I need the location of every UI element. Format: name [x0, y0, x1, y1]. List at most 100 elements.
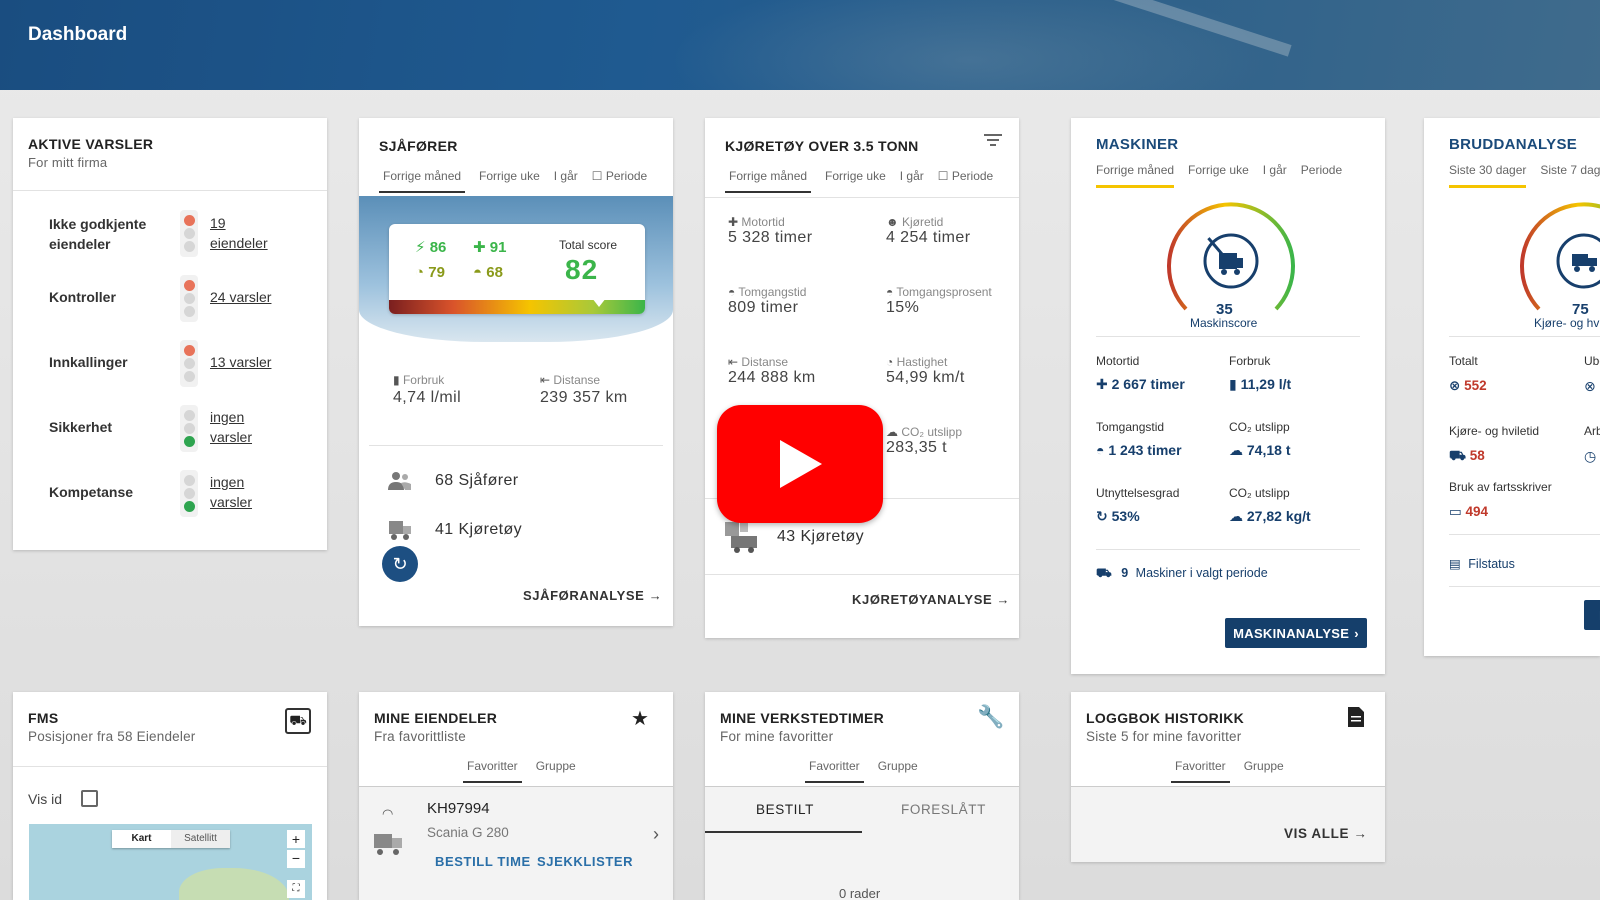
stat-value-row: ✚ 2 667 timer — [1096, 376, 1185, 393]
visid-checkbox[interactable] — [81, 790, 98, 807]
truck-icon — [725, 522, 757, 553]
m-stat: Forbruk ▮ 11,29 l/t — [1229, 354, 1291, 393]
link-label: VIS ALLE — [1284, 826, 1350, 841]
score-value: 79 — [428, 264, 445, 281]
refresh-button[interactable]: ↻ — [382, 546, 418, 582]
filstatus-link[interactable]: ▤ Filstatus — [1449, 556, 1515, 571]
tab-forrige-uke[interactable]: Forrige uke — [1188, 163, 1249, 188]
tab-forrige-uke[interactable]: Forrige uke — [825, 169, 886, 193]
tab-periode[interactable]: ☐ Periode — [592, 169, 647, 193]
tab-periode[interactable]: ☐ Periode — [938, 169, 993, 193]
tab-forrige-uke[interactable]: Forrige uke — [479, 169, 540, 193]
card-title: LOGGBOK HISTORIKK — [1086, 710, 1245, 726]
fms-truck-icon: ⛟ — [285, 708, 311, 734]
count-number: 9 — [1121, 566, 1129, 580]
tab-forrige-maned[interactable]: Forrige måned — [379, 169, 466, 193]
tab-gruppe[interactable]: Gruppe — [536, 759, 576, 783]
zoom-in-button[interactable]: + — [287, 830, 305, 848]
tab-siste-30[interactable]: Siste 30 dager — [1449, 163, 1527, 188]
visid-label: Vis id — [28, 791, 62, 807]
document-icon[interactable] — [1347, 706, 1365, 733]
alert-link[interactable]: ingen varsler — [210, 472, 270, 512]
sjekklister-link[interactable]: SJEKKLISTER — [537, 854, 633, 869]
tab-foreslatt[interactable]: FORESLÅTT — [901, 802, 986, 817]
tab-forrige-maned[interactable]: Forrige måned — [1096, 163, 1175, 188]
bestill-time-link[interactable]: BESTILL TIME — [435, 854, 531, 869]
kjoretoyanalyse-link[interactable]: KJØRETØYANALYSE → — [852, 592, 1010, 607]
idle-icon: ◓ — [886, 285, 894, 299]
drivers-text: 68 Sjåfører — [435, 472, 519, 489]
alert-link[interactable]: ingen varsler — [210, 407, 270, 447]
wrench-icon[interactable]: 🔧 — [977, 704, 1004, 730]
stat-hastighet: ◔ Hastighet 54,99 km/t — [886, 355, 965, 387]
stat-motortid: ✚ Motortid 5 328 timer — [728, 215, 812, 247]
card-title: SJÅFØRER — [379, 138, 458, 154]
card-title: MASKINER — [1096, 136, 1179, 153]
sjaforanalyse-link[interactable]: SJÅFØRANALYSE → — [523, 588, 662, 603]
alert-link[interactable]: 13 varsler — [210, 352, 271, 372]
divider — [705, 197, 1019, 198]
stat-value: 11,29 l/t — [1240, 376, 1292, 392]
machine-icon: ⛟ — [1096, 566, 1112, 580]
link-label: Filstatus — [1468, 557, 1515, 571]
calendar-icon: ☐ — [591, 169, 606, 183]
tab-favoritter[interactable]: Favoritter — [1171, 759, 1230, 783]
map-view[interactable]: Kart Satellitt + − ⛶ — [29, 824, 312, 900]
score-panel: ⚡ 86 ✚ 91 ◔ 79 ◓ 68 Total score 82 — [389, 224, 645, 314]
m-stat: Utnyttelsesgrad ↻ 53% — [1096, 486, 1179, 525]
distanse-value: 239 357 km — [540, 389, 628, 406]
score-value: 68 — [486, 264, 503, 281]
tab-forrige-maned[interactable]: Forrige måned — [725, 169, 812, 193]
chevron-right-icon[interactable]: › — [653, 824, 659, 845]
stat-value: 4 254 timer — [886, 229, 971, 246]
vis-alle-link[interactable]: VIS ALLE → — [1284, 826, 1368, 841]
empty-rows: 0 rader — [839, 886, 881, 900]
wifi-icon: ◠ — [382, 806, 394, 821]
stat-label-row: ☻ Kjøretid — [886, 215, 970, 229]
stat-value: 283,35 t — [886, 439, 948, 456]
alert-link[interactable]: 24 varsler — [210, 287, 271, 307]
stat-label: CO₂ utslipp — [901, 425, 963, 439]
bruddanalyse-button[interactable]: B — [1584, 600, 1600, 630]
card-title: BRUDDANALYSE — [1449, 136, 1578, 153]
stat-label: CO₂ utslipp — [1229, 420, 1290, 434]
score-marker — [591, 298, 606, 307]
video-play-button[interactable] — [717, 405, 883, 523]
tab-siste-7[interactable]: Siste 7 dager — [1540, 163, 1600, 188]
maskinanalyse-button[interactable]: MASKINANALYSE › — [1225, 618, 1367, 648]
tab-i-gar[interactable]: I går — [1263, 163, 1287, 188]
period-tabs: Siste 30 dager Siste 7 dager — [1449, 163, 1600, 188]
arrow-right-icon: → — [648, 588, 663, 603]
alert-link[interactable]: 19 eiendeler — [210, 213, 280, 253]
card-title: MINE VERKSTEDTIMER — [720, 710, 885, 726]
divider — [705, 786, 1019, 787]
stat-value: 15% — [886, 299, 920, 316]
score-engine: ✚ 91 — [473, 238, 506, 256]
fullscreen-button[interactable]: ⛶ — [287, 880, 305, 898]
idle-icon: ◓ — [728, 285, 736, 299]
arb-label: Arbeidstid — [1584, 424, 1600, 438]
tab-periode[interactable]: Periode — [1301, 163, 1342, 188]
arrow-right-icon: → — [1353, 826, 1368, 841]
tab-gruppe[interactable]: Gruppe — [878, 759, 918, 783]
tab-i-gar[interactable]: I går — [554, 169, 578, 193]
tab-i-gar[interactable]: I går — [900, 169, 924, 193]
stat-value: 2 667 timer — [1111, 376, 1185, 392]
zoom-out-button[interactable]: − — [287, 850, 305, 868]
tab-periode-label: Periode — [605, 169, 648, 183]
tab-favoritter[interactable]: Favoritter — [805, 759, 864, 783]
tab-bestilt[interactable]: BESTILT — [756, 802, 814, 817]
traffic-light — [180, 340, 198, 387]
map-tab-kart[interactable]: Kart — [112, 830, 171, 848]
star-icon[interactable]: ★ — [631, 706, 649, 731]
vehicles-text: 43 Kjøretøy — [777, 528, 865, 545]
map-tab-satellitt[interactable]: Satellitt — [171, 830, 230, 848]
cloud-icon: ☁ — [886, 425, 898, 439]
tab-favoritter[interactable]: Favoritter — [463, 759, 522, 783]
tab-gruppe[interactable]: Gruppe — [1244, 759, 1284, 783]
stat-value: 53% — [1111, 508, 1140, 524]
clock-icon: ◷ — [1584, 448, 1597, 464]
asset-id[interactable]: KH97994 — [427, 800, 490, 817]
divider — [1071, 786, 1385, 787]
filter-icon[interactable] — [983, 132, 1003, 153]
